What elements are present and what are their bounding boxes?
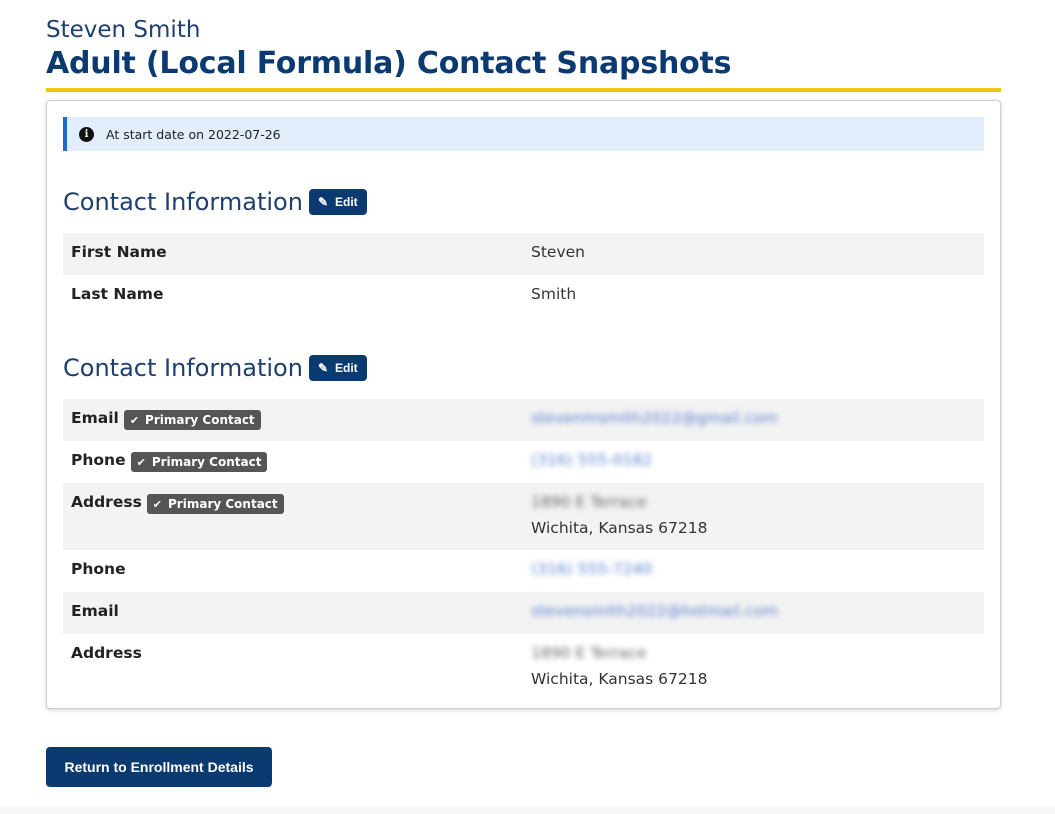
snapshot-card: i At start date on 2022-07-26 Contact In… — [46, 100, 1001, 709]
person-name: Steven Smith — [46, 17, 201, 43]
info-icon: i — [79, 126, 94, 142]
table-row: First Name Steven — [63, 233, 984, 275]
pencil-icon: ✎ — [317, 195, 328, 209]
table-row: Email ✔ Primary Contact stevenmsmith2022… — [63, 399, 984, 441]
row-value: (316) 555-0182 — [523, 441, 984, 483]
row-value: 1890 E Terrace Wichita, Kansas 67218 — [523, 483, 984, 550]
primary-contact-badge: ✔ Primary Contact — [123, 410, 261, 430]
edit-button[interactable]: ✎ Edit — [308, 189, 367, 215]
address-line-1: 1890 E Terrace — [531, 644, 647, 662]
row-label: Email — [71, 602, 119, 620]
row-label-text: Address — [71, 493, 142, 511]
table-row: Address ✔ Primary Contact 1890 E Terrace… — [63, 483, 984, 550]
email-link[interactable]: stevenmsmith2022@gmail.com — [531, 409, 778, 427]
check-icon: ✔ — [136, 455, 146, 469]
email-link[interactable]: stevensmith2022@hotmail.com — [531, 602, 778, 620]
check-icon: ✔ — [129, 413, 140, 427]
row-label: Address ✔ Primary Contact — [63, 483, 523, 550]
address-line-2: Wichita, Kansas 67218 — [531, 670, 708, 688]
table-row: Email stevensmith2022@hotmail.com — [63, 592, 984, 634]
row-value: Steven — [531, 243, 585, 261]
address-line-1: 1890 E Terrace — [531, 493, 647, 511]
badge-text: Primary Contact — [168, 497, 278, 511]
table-row: Phone (316) 555-7240 — [63, 550, 984, 592]
primary-contact-badge: ✔ Primary Contact — [146, 494, 284, 514]
row-label: Phone ✔ Primary Contact — [63, 441, 523, 483]
row-label: First Name — [71, 243, 167, 261]
row-label: Email ✔ Primary Contact — [63, 399, 523, 441]
section-header-contact-1: Contact Information ✎ Edit — [63, 187, 984, 217]
section-header-contact-2: Contact Information ✎ Edit — [63, 353, 984, 383]
row-label-text: Phone — [71, 451, 126, 469]
primary-contact-badge: ✔ Primary Contact — [130, 452, 268, 472]
row-label-text: Email — [71, 409, 119, 427]
table-row: Last Name Smith — [63, 275, 984, 317]
badge-text: Primary Contact — [151, 455, 262, 469]
badge-text: Primary Contact — [145, 413, 255, 427]
row-label: Last Name — [71, 285, 164, 303]
edit-label: Edit — [335, 361, 358, 375]
alert-text: At start date on 2022-07-26 — [106, 126, 281, 142]
row-value: stevenmsmith2022@gmail.com — [523, 399, 984, 441]
footer-strip — [0, 806, 1055, 814]
check-icon: ✔ — [152, 497, 163, 511]
phone-link[interactable]: (316) 555-0182 — [531, 451, 652, 469]
row-value: stevensmith2022@hotmail.com — [523, 592, 984, 634]
edit-label: Edit — [335, 195, 358, 209]
table-row: Phone ✔ Primary Contact (316) 555-0182 — [63, 441, 984, 483]
page-title: Adult (Local Formula) Contact Snapshots — [46, 44, 1001, 92]
row-value: 1890 E Terrace Wichita, Kansas 67218 — [523, 634, 984, 692]
row-value: Smith — [531, 285, 577, 303]
section-title: Contact Information — [63, 188, 303, 216]
page-container: Steven Smith Adult (Local Formula) Conta… — [46, 16, 1001, 709]
return-to-enrollment-button[interactable]: Return to Enrollment Details — [46, 747, 272, 787]
address-line-2: Wichita, Kansas 67218 — [531, 519, 708, 537]
section-title: Contact Information — [63, 354, 303, 382]
row-value: (316) 555-7240 — [523, 550, 984, 592]
table-row: Address 1890 E Terrace Wichita, Kansas 6… — [63, 634, 984, 692]
info-alert: i At start date on 2022-07-26 — [63, 117, 984, 151]
row-label: Address — [71, 644, 142, 662]
pencil-icon: ✎ — [317, 361, 328, 375]
edit-button[interactable]: ✎ Edit — [308, 355, 367, 381]
row-label: Phone — [71, 560, 126, 578]
phone-link[interactable]: (316) 555-7240 — [531, 560, 652, 578]
